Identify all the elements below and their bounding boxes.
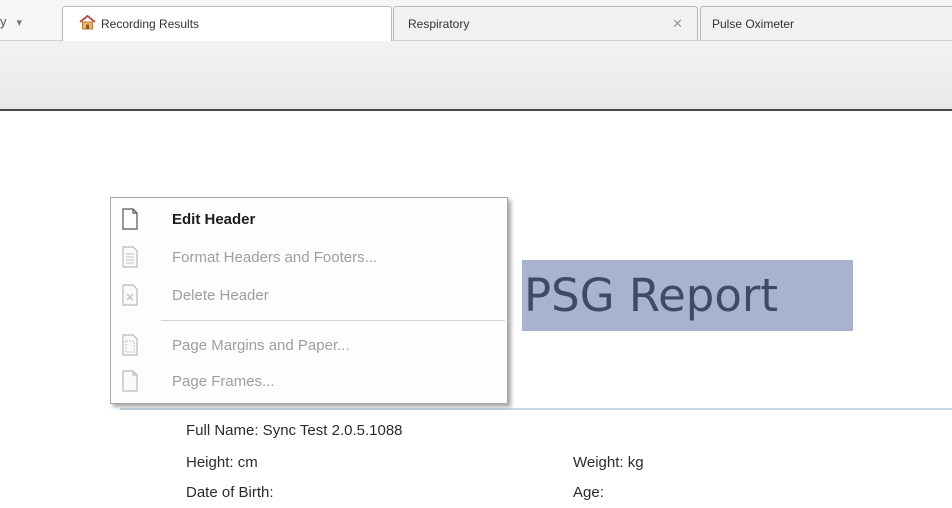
chevron-down-icon[interactable]: ▾ [17, 17, 23, 29]
menu-item-label: Page Frames... [172, 373, 275, 390]
menu-item-delete-header[interactable]: Delete Header [111, 278, 507, 314]
close-icon[interactable]: ✕ [672, 16, 683, 32]
full-name-field: Full Name: Sync Test 2.0.5.1088 [186, 422, 403, 439]
menu-item-label: Edit Header [172, 211, 256, 228]
menu-item-label: Page Margins and Paper... [172, 337, 350, 354]
menu-item-page-margins[interactable]: Page Margins and Paper... [111, 328, 507, 364]
delete-header-icon [122, 284, 138, 306]
tab-recording-results-label: Recording Results [101, 17, 200, 31]
toolbar [0, 41, 952, 109]
header-separator [120, 408, 952, 410]
menu-item-label: Delete Header [172, 287, 269, 304]
menu-item-label: Format Headers and Footers... [172, 249, 378, 266]
tab-respiratory[interactable]: Respiratory ✕ [393, 6, 698, 40]
tab-pulse-oximeter-label: Pulse Oximeter [712, 17, 795, 31]
document-icon [122, 208, 138, 230]
tab-strip: y ▾ Recording Results Respiratory ✕ Pulse… [0, 0, 952, 41]
report-title[interactable]: PSG Report [522, 260, 853, 331]
tab-respiratory-label: Respiratory [408, 17, 470, 31]
tab-pulse-oximeter[interactable]: Pulse Oximeter [700, 6, 952, 40]
page-frames-icon [122, 370, 138, 392]
height-field: Height: cm [186, 454, 258, 471]
menu-separator [161, 320, 505, 321]
tab-overflow[interactable]: y ▾ [0, 14, 22, 29]
menu-item-page-frames[interactable]: Page Frames... [111, 364, 507, 400]
app-window: y ▾ Recording Results Respiratory ✕ Pulse… [0, 0, 952, 508]
date-of-birth-field: Date of Birth: [186, 484, 274, 501]
menu-item-format-headers-footers[interactable]: Format Headers and Footers... [111, 240, 507, 276]
age-field: Age: [573, 484, 604, 501]
tab-recording-results[interactable]: Recording Results [62, 6, 392, 41]
menu-item-edit-header[interactable]: Edit Header [111, 202, 507, 238]
home-icon [79, 15, 96, 30]
context-menu: Edit Header Format Headers and Footers..… [110, 197, 508, 404]
format-header-icon [122, 246, 138, 268]
page-margins-icon [122, 334, 138, 356]
weight-field: Weight: kg [573, 454, 644, 471]
tab-overflow-label: y [0, 14, 7, 29]
